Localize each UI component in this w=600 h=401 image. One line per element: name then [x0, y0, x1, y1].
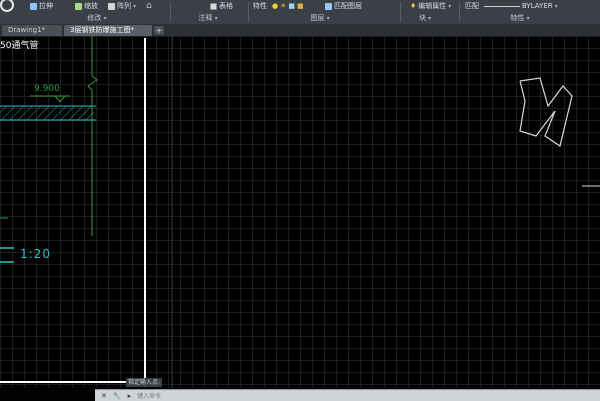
panel-label-block[interactable]: 块 ▾: [410, 12, 440, 24]
panel-separator: [248, 2, 249, 22]
new-tab-button[interactable]: +: [154, 26, 164, 35]
close-icon[interactable]: ✕: [101, 392, 107, 400]
pipe-break-line: [87, 36, 98, 236]
scale-label: 1:20: [20, 247, 51, 261]
layer-color-icon[interactable]: ■: [288, 2, 295, 10]
panel-separator: [170, 2, 171, 22]
scale-button[interactable]: 缩放: [75, 0, 98, 12]
title-fragment: 50通气管: [0, 41, 39, 51]
panel-separator: [459, 2, 460, 22]
match-layer-button[interactable]: 匹配图层: [325, 0, 362, 12]
command-line[interactable]: ✕ 🔧 ▸ 键入命令: [95, 389, 600, 401]
stretch-button[interactable]: 拉伸: [30, 0, 53, 12]
panel-label-properties[interactable]: 特性 ▾: [500, 12, 540, 24]
chevron-down-icon[interactable]: ▾: [448, 3, 451, 10]
command-input[interactable]: 键入命令: [137, 391, 161, 400]
app-menu-icon[interactable]: [0, 0, 14, 12]
array-icon: [108, 2, 115, 10]
panel-label-layers[interactable]: 图层 ▾: [300, 12, 340, 24]
drawing-svg: [0, 36, 600, 388]
panel-separator: [400, 2, 401, 22]
panel-label-modify[interactable]: 修改 ▾: [82, 12, 112, 24]
lightbulb-icon[interactable]: ●: [272, 2, 278, 10]
scale-icon: [75, 2, 82, 10]
table-button[interactable]: 表格: [210, 0, 233, 12]
edit-attributes-button[interactable]: ♦ 编辑属性 ▾: [410, 0, 451, 12]
match-properties-button[interactable]: 匹配: [465, 0, 479, 12]
elevation-label: 9.900: [34, 84, 60, 94]
properties-button[interactable]: 特性: [253, 0, 267, 12]
linetype-preview: [484, 5, 520, 7]
chevron-down-icon[interactable]: ▾: [555, 3, 558, 10]
sun-icon[interactable]: ☀: [280, 2, 286, 10]
ribbon: 拉伸 缩放 阵列 ▾ ⌂ 表格 特性 ● ☀ ■ ■ 匹配图层 ♦ 编辑属性 ▾…: [0, 0, 600, 25]
array-button[interactable]: 阵列 ▾: [108, 0, 136, 12]
erase-icon: ⌂: [146, 1, 152, 11]
command-history-icon[interactable]: ▸: [128, 392, 132, 400]
outline-shape: [519, 77, 573, 147]
match-layer-icon: [325, 2, 332, 10]
panel-label-annotation[interactable]: 注释 ▾: [188, 12, 228, 24]
table-icon: [210, 2, 217, 10]
bylayer-dropdown[interactable]: BYLAYER ▾: [484, 0, 558, 12]
stretch-icon: [30, 2, 37, 10]
elevation-triangle: [54, 95, 66, 103]
tab-active-drawing[interactable]: 3层钢铁防爆施工图*: [64, 25, 152, 36]
command-tooltip: 指定输入点:: [126, 378, 163, 387]
edit-attributes-icon: ♦: [410, 2, 417, 10]
slab-hatch: [0, 106, 94, 120]
tab-drawing1[interactable]: Drawing1*: [2, 25, 62, 36]
layer-tools[interactable]: ● ☀ ■ ■: [272, 0, 304, 12]
wrench-icon[interactable]: 🔧: [113, 392, 122, 400]
drawing-canvas[interactable]: 50通气管 9.900 1:20: [0, 36, 600, 388]
chevron-down-icon[interactable]: ▾: [133, 3, 136, 10]
document-tab-bar: Drawing1* 3层钢铁防爆施工图* +: [0, 24, 600, 36]
layer-lock-icon[interactable]: ■: [297, 2, 304, 10]
erase-button[interactable]: ⌂: [146, 0, 152, 12]
status-gap: [0, 389, 95, 400]
